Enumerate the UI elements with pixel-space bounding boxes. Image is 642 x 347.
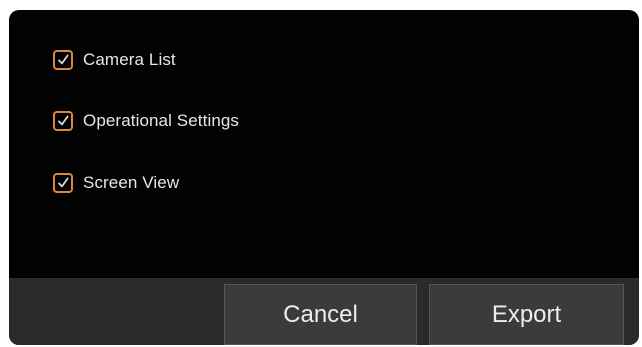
checkmark-icon bbox=[58, 177, 69, 188]
checkmark-icon bbox=[58, 115, 69, 126]
export-dialog: Camera List Operational Settings Screen … bbox=[9, 10, 639, 345]
checkmark-icon bbox=[58, 54, 69, 65]
screen-view-checkbox[interactable] bbox=[53, 173, 73, 193]
operational-settings-option[interactable]: Operational Settings bbox=[53, 107, 239, 135]
screen-view-label: Screen View bbox=[83, 173, 180, 192]
export-button[interactable]: Export bbox=[429, 284, 624, 345]
operational-settings-label: Operational Settings bbox=[83, 111, 240, 130]
camera-list-label: Camera List bbox=[83, 50, 176, 69]
screen-view-option[interactable]: Screen View bbox=[53, 169, 179, 197]
dialog-footer: Cancel Export bbox=[9, 278, 639, 345]
operational-settings-checkbox[interactable] bbox=[53, 111, 73, 131]
cancel-button[interactable]: Cancel bbox=[224, 284, 417, 345]
export-options: Camera List Operational Settings Screen … bbox=[9, 10, 639, 277]
camera-list-checkbox[interactable] bbox=[53, 50, 73, 70]
camera-list-option[interactable]: Camera List bbox=[53, 46, 176, 74]
